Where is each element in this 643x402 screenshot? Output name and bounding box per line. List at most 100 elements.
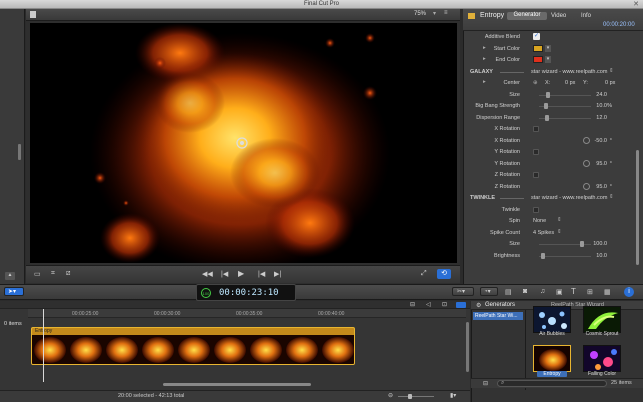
timeline-clip[interactable]: Entropy (31, 327, 355, 365)
checkbox[interactable] (533, 172, 539, 178)
x-value[interactable]: 0 px (565, 80, 575, 86)
chevron-updown-icon[interactable]: ⇕ (557, 229, 562, 235)
tab-video[interactable]: Video (551, 13, 566, 19)
checkbox-checked[interactable]: ✓ (533, 33, 540, 40)
snapping-icon[interactable]: ⊡ (442, 301, 447, 308)
chevron-down-icon[interactable]: ▾ (545, 56, 551, 63)
sidebar-toggle-icon[interactable]: ⊟ (483, 380, 488, 387)
category-list-item[interactable]: ReelPath Star Wi... (473, 312, 523, 320)
viewer-canvas[interactable] (30, 23, 457, 263)
rotation-dial-icon[interactable] (583, 159, 590, 167)
themes-icon[interactable]: ▦ (604, 288, 611, 296)
titles-icon[interactable]: T (571, 287, 576, 296)
param-value[interactable]: 24.0 (596, 92, 607, 98)
timeline-vertical-scrollbar[interactable] (466, 322, 469, 372)
param-value[interactable]: 12.0 (596, 115, 607, 121)
param-slider[interactable] (539, 241, 591, 247)
solo-icon[interactable] (456, 302, 466, 308)
frame-back-icon[interactable]: |◀ (221, 270, 228, 278)
param-slider[interactable] (539, 252, 591, 259)
crop-icon[interactable]: ⌗ (51, 270, 55, 278)
param-row: Y Rotation 95.0 ° (465, 159, 637, 170)
tab-info[interactable]: Info (581, 13, 591, 19)
info-icon[interactable]: i (624, 287, 634, 297)
scrollbar-icon[interactable] (18, 144, 21, 160)
target-icon[interactable]: ⊕ (533, 80, 538, 86)
color-board-icon[interactable]: ▤ (505, 288, 512, 296)
zoom-slider[interactable] (398, 394, 434, 399)
timecode-display[interactable]: 100 00:00:23:10 (196, 284, 296, 301)
timeline-ruler[interactable]: 00:00:25:00 00:00:30:00 00:00:35:00 00:0… (28, 309, 466, 318)
param-select[interactable]: 4 Spikes (533, 230, 554, 236)
checkbox[interactable] (533, 206, 539, 213)
param-value[interactable]: -50.0 (594, 138, 607, 144)
param-slider[interactable] (539, 103, 591, 109)
checkbox[interactable] (533, 149, 539, 155)
gear-icon[interactable]: ⚙ (476, 302, 481, 309)
close-icon[interactable]: ✕ (633, 0, 639, 8)
document-icon[interactable] (30, 11, 36, 18)
chevron-down-icon[interactable]: ▾ (545, 44, 551, 52)
zoom-level[interactable]: 75% (414, 11, 426, 17)
color-well[interactable] (533, 56, 543, 63)
zoom-out-icon[interactable]: ⊖ (388, 392, 393, 399)
section-value: star wizard - www.reelpath.com (531, 68, 608, 75)
param-value[interactable]: 10.0 (596, 253, 607, 259)
param-slider[interactable] (539, 114, 591, 121)
slider-knob[interactable] (541, 252, 546, 259)
tab-generator[interactable]: Generator (507, 12, 547, 20)
fullscreen-icon[interactable]: ⤢ (421, 270, 427, 278)
thumbnail-air-bubbles[interactable] (533, 306, 571, 333)
play-icon[interactable]: ▶ (238, 269, 244, 278)
clip-appearance-icon[interactable]: ▮▾ (450, 392, 456, 399)
param-row: Size 100.0 (465, 239, 637, 250)
distort-icon[interactable]: ⧄ (66, 270, 70, 278)
zoom-slider-knob[interactable] (408, 394, 412, 399)
y-value[interactable]: 0 px (605, 80, 615, 86)
param-value[interactable]: 10.0 (596, 103, 607, 109)
param-value[interactable]: 95.0 (596, 184, 607, 190)
camera-icon[interactable]: ◙ (523, 288, 527, 295)
color-well[interactable] (533, 44, 543, 52)
skimming-icon[interactable]: ⊟ (410, 301, 415, 308)
param-value[interactable]: 95.0 (596, 161, 607, 167)
thumbnail-entropy[interactable] (533, 345, 571, 372)
rewind-icon[interactable]: ◀◀ (202, 270, 213, 278)
go-to-end-icon[interactable]: ▶| (274, 270, 281, 278)
param-select[interactable]: None (533, 218, 546, 224)
slider-knob[interactable] (546, 91, 551, 98)
playhead[interactable] (43, 309, 44, 382)
go-to-start-icon[interactable]: |◀ (258, 270, 265, 278)
zoom-dropdown-icon[interactable]: ▾ (433, 10, 436, 17)
disclosure-triangle-icon[interactable]: ▸ (483, 45, 486, 51)
loop-icon[interactable]: ⟲ (437, 269, 451, 279)
music-icon[interactable]: ♫ (540, 288, 545, 295)
generators-icon[interactable]: ⊞ (587, 288, 593, 296)
select-tool-button[interactable]: ➤▾ (4, 287, 24, 296)
chevron-updown-icon[interactable]: ⇕ (609, 194, 614, 200)
slider-knob[interactable] (543, 103, 548, 109)
chevron-updown-icon[interactable]: ⇕ (609, 68, 614, 74)
triangle-up-icon[interactable]: ▲ (5, 272, 15, 280)
slider-knob[interactable] (579, 241, 584, 247)
transitions-icon[interactable]: ▣ (556, 288, 563, 296)
search-input[interactable]: ⌕ (497, 380, 607, 387)
timeline-horizontal-scrollbar[interactable] (163, 383, 311, 386)
overlay-icon[interactable]: ▭ (34, 270, 41, 278)
disclosure-triangle-icon[interactable]: ▸ (483, 56, 486, 62)
view-options-icon[interactable]: ≡ (444, 10, 448, 16)
blade-tool-button[interactable]: ✂▾ (452, 287, 474, 296)
retime-button[interactable]: ◔▾ (480, 287, 498, 296)
audio-skimming-icon[interactable]: ◁ (426, 301, 431, 308)
thumbnail-falling-color[interactable] (583, 345, 621, 372)
param-slider[interactable] (539, 91, 591, 98)
rotation-dial-icon[interactable] (583, 182, 590, 190)
disclosure-triangle-icon[interactable]: ▸ (483, 79, 486, 85)
rotation-dial-icon[interactable] (583, 136, 590, 144)
checkbox[interactable] (533, 126, 539, 132)
inspector-scrollbar[interactable] (636, 150, 639, 265)
thumbnail-cosmic-sprout[interactable] (583, 306, 621, 333)
chevron-updown-icon[interactable]: ⇕ (557, 217, 562, 223)
slider-knob[interactable] (544, 114, 549, 121)
param-value[interactable]: 100.0 (593, 241, 607, 247)
